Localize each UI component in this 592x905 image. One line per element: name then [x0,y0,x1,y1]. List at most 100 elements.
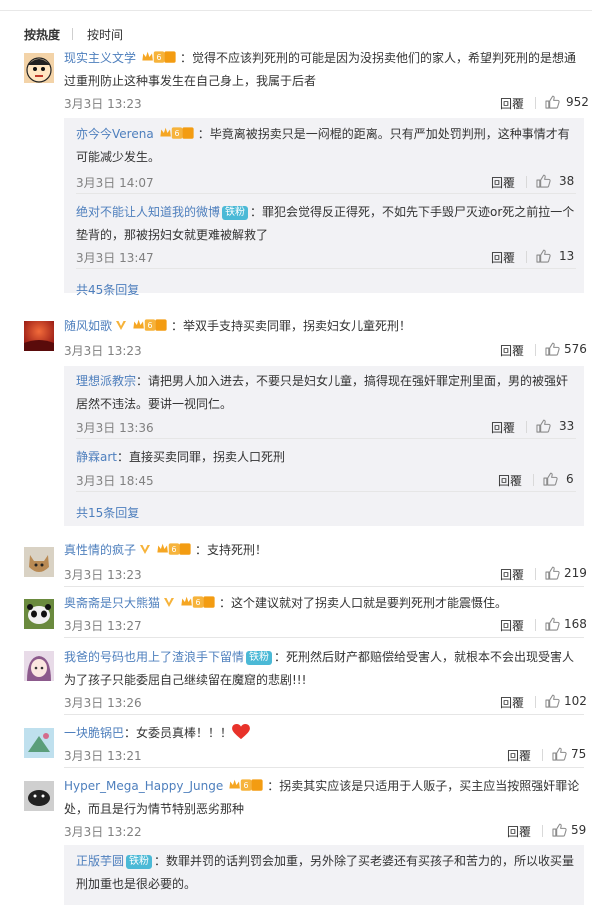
divider [64,637,584,638]
avatar[interactable] [24,547,54,577]
user-name[interactable]: 现实主义文学 [64,51,136,65]
avatar[interactable] [24,651,54,681]
user-name[interactable]: 随风如歌 [64,319,112,333]
user-name[interactable]: 绝对不能让人知道我的微博 [76,205,220,219]
comment-time: 3月3日 13:22 [64,825,142,839]
reply-button[interactable]: 回覆 [500,95,524,112]
comment-time: 3月3日 13:23 [64,568,142,582]
comment-item: Hyper_Mega_Happy_Junge ：拐卖其实应该是只适用于人贩子，买主… [0,775,592,905]
separator [535,619,536,631]
like-icon[interactable] [552,747,567,761]
separator [526,176,527,188]
separator [535,97,536,109]
fan-badge [226,777,266,791]
comment-body: 我爸的号码也用上了渣浪手下留情 铁粉 ：死刑然后财产都赔偿给受害人，就根本不会出现受… [64,646,584,692]
reply-button[interactable]: 回覆 [491,174,515,191]
comment-body: 随风如歌 ：举双手支持买卖同罪，拐卖妇女儿童死刑！ [64,315,584,338]
user-name[interactable]: 理想派教宗 [76,374,136,388]
user-name[interactable]: 真性情的疯子 [64,543,136,557]
reply-button[interactable]: 回覆 [507,747,531,764]
user-name[interactable]: 正版芋圆 [76,854,124,868]
comment-text: ：请把男人加入进去，不要只是妇女儿童，搞得现在强奸罪定刑里面，男的被强奸居然不违… [76,374,569,411]
reply-button[interactable]: 回覆 [498,472,522,489]
separator [535,568,536,580]
comment-time: 3月3日 13:23 [64,344,142,358]
fan-badge [178,594,218,608]
sort-by-hot[interactable]: 按热度 [24,26,60,43]
like-icon[interactable] [536,419,551,433]
verified-icon [164,598,175,607]
avatar[interactable] [24,53,54,83]
user-name[interactable]: Hyper_Mega_Happy_Junge [64,779,223,793]
separator [542,825,543,837]
like-icon[interactable] [545,342,560,356]
more-replies-link[interactable]: 共15条回复 [76,504,139,521]
like-count: 576 [564,342,587,356]
separator [535,696,536,708]
avatar[interactable] [24,599,54,629]
separator [526,421,527,433]
like-count: 75 [571,747,587,761]
like-icon[interactable] [545,694,560,708]
like-count: 6 [566,472,574,486]
like-count: 102 [564,694,587,708]
reply-button[interactable]: 回覆 [500,694,524,711]
comment-text: ：举双手支持买卖同罪，拐卖妇女儿童死刑！ [171,319,412,333]
user-name[interactable]: 静霖art [76,450,117,464]
divider [76,438,576,439]
fan-badge: 铁粉 [222,206,249,220]
verified-icon [116,321,127,330]
comment-body: 一块脆锅巴：女委员真棒！！！ [64,722,584,745]
like-icon[interactable] [545,617,560,631]
like-count: 952 [566,95,589,109]
fan-badge [157,125,197,139]
comment-item: 一块脆锅巴：女委员真棒！！！ 3月3日 13:21 回覆 75 [0,722,592,768]
comment-text: ：女委员真棒！！！ [124,726,233,740]
separator [533,474,534,486]
avatar[interactable] [24,781,54,811]
verified-icon [140,545,151,554]
comment-time: 3月3日 13:21 [64,749,142,763]
like-icon[interactable] [536,174,551,188]
comment-time: 3月3日 18:45 [76,474,154,488]
like-count: 13 [559,249,575,263]
user-name[interactable]: 我爸的号码也用上了渣浪手下留情 [64,650,244,664]
comment-text: ：直接买卖同罪，拐卖人口死刑 [117,450,286,464]
like-icon[interactable] [545,95,560,109]
reply-button[interactable]: 回覆 [491,249,515,266]
divider [76,491,576,492]
comment-text: ：支持死刑！ [195,543,268,557]
user-name[interactable]: 亦今今Verena [76,127,154,141]
avatar[interactable] [24,728,54,758]
sub-comment-body: 绝对不能让人知道我的微博 铁粉 ：罪犯会觉得反正得死，不如先下手毁尸灭迹or死之前拉… [76,201,576,247]
like-icon[interactable] [536,249,551,263]
user-name[interactable]: 一块脆锅巴 [64,726,124,740]
more-replies-link[interactable]: 共45条回复 [76,281,139,298]
divider [64,586,584,587]
comment-body: 真性情的疯子 ：支持死刑！ [64,539,584,562]
user-name[interactable]: 奥斋斋是只大熊猫 [64,596,160,610]
reply-button[interactable]: 回覆 [500,617,524,634]
like-count: 219 [564,566,587,580]
divider [64,767,584,768]
top-divider [0,10,592,11]
reply-button[interactable]: 回覆 [507,823,531,840]
comment-body: 奥斋斋是只大熊猫 ：这个建议就对了拐卖人口就是要判死刑才能震慑住。 [64,592,584,615]
like-icon[interactable] [543,472,558,486]
fan-badge [154,541,194,555]
like-icon[interactable] [545,566,560,580]
comment-item: 我爸的号码也用上了渣浪手下留情 铁粉 ：死刑然后财产都赔偿给受害人，就根本不会出现受… [0,646,592,718]
reply-button[interactable]: 回覆 [491,419,515,436]
sort-bar: 按热度 按时间 [24,26,123,42]
divider [64,714,584,715]
divider [76,268,576,269]
like-count: 33 [559,419,575,433]
avatar[interactable] [24,321,54,351]
reply-button[interactable]: 回覆 [500,566,524,583]
fan-badge: 铁粉 [126,855,153,869]
sort-by-time[interactable]: 按时间 [87,26,123,43]
separator [542,749,543,761]
like-icon[interactable] [552,823,567,837]
reply-button[interactable]: 回覆 [500,342,524,359]
heart-emoji-icon [232,724,250,740]
